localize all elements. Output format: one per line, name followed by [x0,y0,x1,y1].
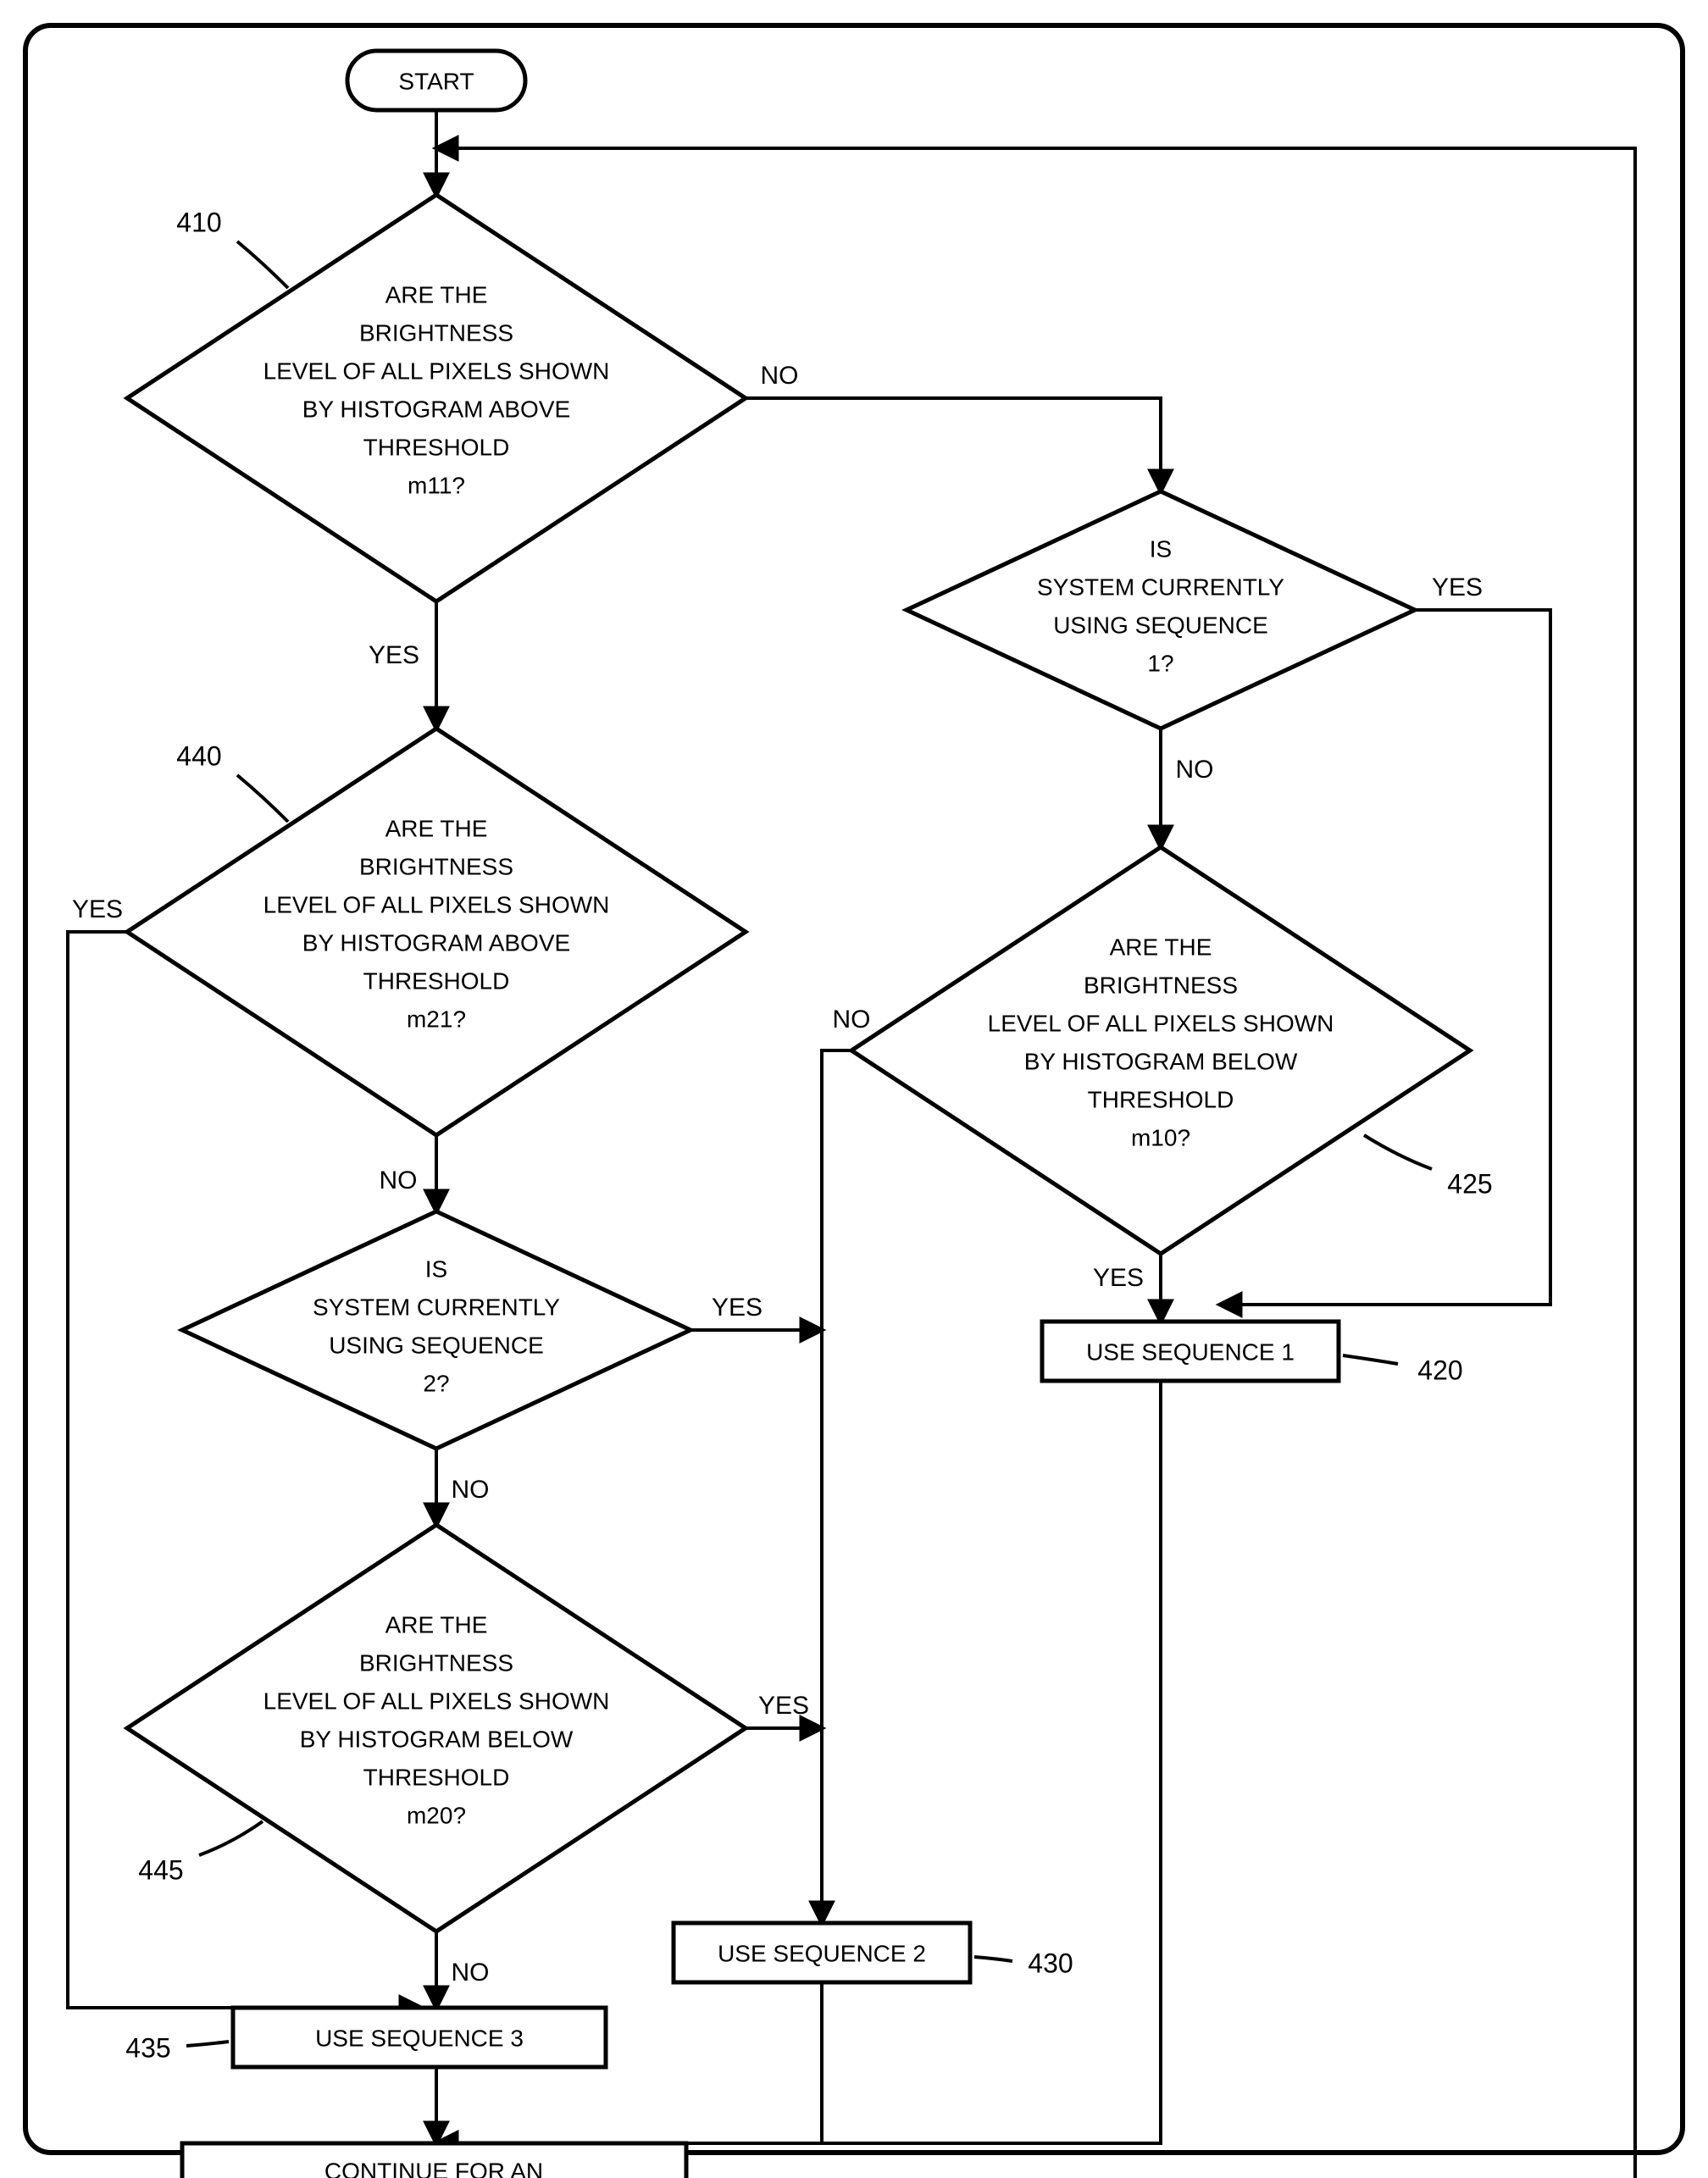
decision-425: ARE THE BRIGHTNESS LEVEL OF ALL PIXELS S… [851,847,1470,1254]
svg-text:USE SEQUENCE 1: USE SEQUENCE 1 [1086,1338,1295,1365]
start-terminator: START [347,51,525,110]
label-420: 420 [1417,1355,1462,1385]
svg-text:BRIGHTNESS: BRIGHTNESS [359,319,513,346]
leader-420 [1343,1355,1398,1364]
svg-text:BY HISTOGRAM ABOVE: BY HISTOGRAM ABOVE [302,396,570,422]
svg-text:ARE THE: ARE THE [385,281,488,308]
svg-text:IS: IS [425,1255,447,1282]
svg-text:m10?: m10? [1131,1124,1190,1150]
label-440: 440 [176,740,221,771]
svg-text:SYSTEM CURRENTLY: SYSTEM CURRENTLY [1037,574,1284,600]
edge-d410-yes: YES [369,641,419,669]
leader-445 [199,1821,263,1855]
flow-d410-no [746,398,1161,491]
svg-text:USE SEQUENCE 2: USE SEQUENCE 2 [718,1940,926,1966]
edge-d440-no: NO [380,1167,418,1194]
svg-text:m21?: m21? [407,1006,466,1032]
process-435: USE SEQUENCE 3 [233,2008,606,2067]
svg-text:BY HISTOGRAM BELOW: BY HISTOGRAM BELOW [1024,1048,1298,1074]
edge-d410-no: NO [761,362,799,390]
svg-text:CONTINUE FOR AN: CONTINUE FOR AN [324,2158,543,2178]
leader-440 [237,775,288,822]
label-445: 445 [138,1854,183,1885]
label-435: 435 [125,2032,170,2063]
flow-d425-no [822,1050,851,1923]
svg-text:SYSTEM CURRENTLY: SYSTEM CURRENTLY [313,1294,560,1320]
leader-435 [186,2042,229,2046]
svg-text:BRIGHTNESS: BRIGHTNESS [359,1649,513,1676]
svg-text:THRESHOLD: THRESHOLD [363,1764,510,1790]
svg-text:BY HISTOGRAM ABOVE: BY HISTOGRAM ABOVE [302,929,570,956]
decision-410: ARE THE BRIGHTNESS LEVEL OF ALL PIXELS S… [127,195,746,601]
edge-d425-yes: YES [1093,1264,1144,1292]
edge-seq1-yes: YES [1432,574,1483,601]
svg-text:BRIGHTNESS: BRIGHTNESS [1084,972,1238,998]
svg-text:2?: 2? [423,1370,449,1396]
start-label: START [398,68,474,94]
process-460: CONTINUE FOR AN OPERATIONAL PERIOD [182,2143,686,2178]
svg-text:m20?: m20? [407,1802,466,1828]
svg-text:ARE THE: ARE THE [385,815,488,841]
leader-410 [237,241,288,288]
svg-text:THRESHOLD: THRESHOLD [363,967,510,994]
svg-text:USING SEQUENCE: USING SEQUENCE [329,1332,544,1358]
svg-text:ARE THE: ARE THE [385,1611,488,1638]
svg-text:LEVEL OF ALL PIXELS SHOWN: LEVEL OF ALL PIXELS SHOWN [263,357,610,384]
svg-text:LEVEL OF ALL PIXELS SHOWN: LEVEL OF ALL PIXELS SHOWN [988,1010,1334,1036]
edge-seq2-no: NO [452,1476,490,1504]
edge-seq1-no: NO [1176,756,1214,784]
process-420: USE SEQUENCE 1 [1042,1322,1339,1381]
svg-text:LEVEL OF ALL PIXELS SHOWN: LEVEL OF ALL PIXELS SHOWN [263,891,610,917]
decision-445: ARE THE BRIGHTNESS LEVEL OF ALL PIXELS S… [127,1525,746,1931]
label-410: 410 [176,207,221,237]
decision-440: ARE THE BRIGHTNESS LEVEL OF ALL PIXELS S… [127,729,746,1135]
svg-text:USING SEQUENCE: USING SEQUENCE [1053,612,1268,638]
edge-d445-yes: YES [758,1692,809,1720]
leader-430 [974,1957,1012,1961]
leader-425 [1364,1135,1432,1169]
svg-text:m11?: m11? [408,472,465,498]
svg-text:USE SEQUENCE 3: USE SEQUENCE 3 [315,2025,524,2051]
label-430: 430 [1028,1948,1073,1978]
svg-text:BY HISTOGRAM BELOW: BY HISTOGRAM BELOW [300,1726,574,1752]
edge-d425-no: NO [833,1006,871,1034]
svg-text:THRESHOLD: THRESHOLD [1088,1086,1234,1112]
svg-text:LEVEL OF ALL PIXELS SHOWN: LEVEL OF ALL PIXELS SHOWN [263,1688,610,1714]
decision-seq1: IS SYSTEM CURRENTLY USING SEQUENCE 1? [907,491,1415,729]
svg-text:IS: IS [1150,535,1172,562]
decision-seq2: IS SYSTEM CURRENTLY USING SEQUENCE 2? [182,1211,690,1449]
flowchart-canvas: START ARE THE BRIGHTNESS LEVEL OF ALL PI… [0,0,1708,2178]
process-430: USE SEQUENCE 2 [674,1923,970,1982]
edge-d445-no: NO [452,1959,490,1987]
label-425: 425 [1447,1168,1492,1199]
edge-seq2-yes: YES [712,1294,762,1322]
svg-text:THRESHOLD: THRESHOLD [363,434,510,460]
svg-text:BRIGHTNESS: BRIGHTNESS [359,853,513,879]
svg-text:ARE THE: ARE THE [1110,934,1212,960]
svg-text:1?: 1? [1147,650,1173,676]
edge-d440-yes: YES [72,895,123,923]
